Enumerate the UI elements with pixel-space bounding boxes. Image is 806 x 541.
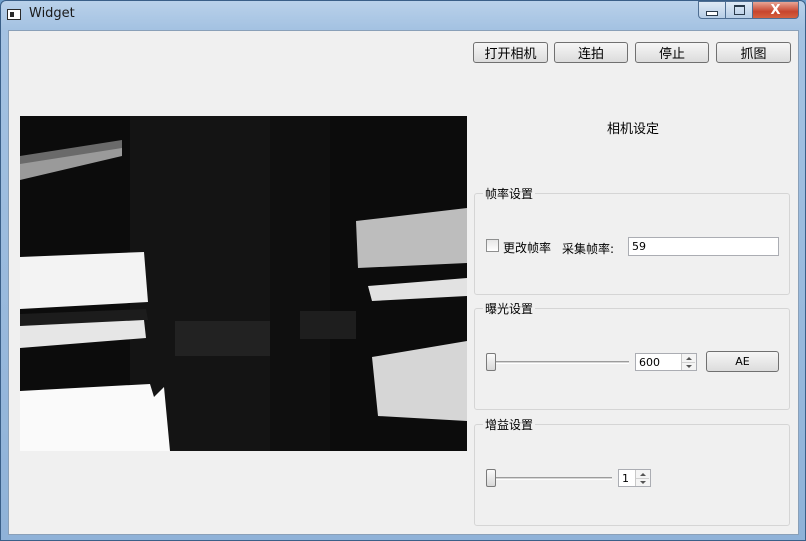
maximize-button[interactable]	[725, 1, 753, 19]
change-frame-rate-label: 更改帧率	[503, 241, 552, 255]
spin-up-icon	[685, 356, 692, 360]
gain-spin-down-button[interactable]	[636, 478, 649, 486]
frame-rate-group: 帧率设置 更改帧率 采集帧率: 59	[474, 185, 790, 295]
camera-feed-image	[20, 116, 467, 451]
exposure-slider-track[interactable]	[486, 361, 629, 364]
camera-settings-title: 相机设定	[607, 122, 660, 137]
gain-spinbox[interactable]: 1	[618, 469, 651, 487]
exposure-spinbox[interactable]: 600	[635, 353, 697, 371]
exposure-spin-arrows	[681, 354, 696, 370]
title-bar[interactable]: Widget X	[1, 1, 805, 29]
capture-button[interactable]: 抓图	[716, 42, 791, 63]
gain-group: 增益设置 1	[474, 416, 790, 526]
camera-preview	[20, 116, 467, 451]
burst-button[interactable]: 连拍	[554, 42, 628, 63]
app-window: Widget X 打开相机 连拍 停止 抓图 相机设定 帧率设置 更改帧率 采集…	[0, 0, 806, 541]
exposure-group: 曝光设置 600 AE	[474, 300, 790, 410]
gain-group-title: 增益设置	[483, 416, 536, 433]
gain-value: 1	[622, 472, 629, 485]
window-title: Widget	[29, 6, 75, 21]
spin-down-icon	[685, 364, 692, 368]
close-button[interactable]: X	[752, 1, 799, 19]
capture-rate-label: 采集帧率:	[562, 242, 615, 256]
minimize-button[interactable]	[698, 1, 726, 19]
stop-button[interactable]: 停止	[635, 42, 709, 63]
change-frame-rate-checkbox[interactable]	[486, 239, 499, 252]
exposure-spin-down-button[interactable]	[682, 362, 695, 370]
spin-up-icon	[639, 472, 646, 476]
close-icon: X	[770, 2, 781, 18]
exposure-group-title: 曝光设置	[483, 300, 536, 317]
ae-button[interactable]: AE	[706, 351, 779, 372]
open-camera-button[interactable]: 打开相机	[473, 42, 548, 63]
gain-slider-handle[interactable]	[486, 469, 496, 487]
maximize-icon	[733, 5, 745, 15]
client-area: 打开相机 连拍 停止 抓图 相机设定 帧率设置 更改帧率 采集帧率: 59 曝光…	[8, 30, 799, 535]
gain-slider-track[interactable]	[486, 477, 612, 480]
frame-rate-group-title: 帧率设置	[483, 185, 536, 202]
minimize-icon	[706, 10, 718, 16]
gain-spin-arrows	[635, 470, 650, 486]
spin-down-icon	[639, 480, 646, 484]
app-icon	[7, 9, 21, 20]
exposure-value: 600	[639, 356, 660, 369]
capture-rate-field[interactable]: 59	[628, 237, 779, 256]
exposure-slider-handle[interactable]	[486, 353, 496, 371]
